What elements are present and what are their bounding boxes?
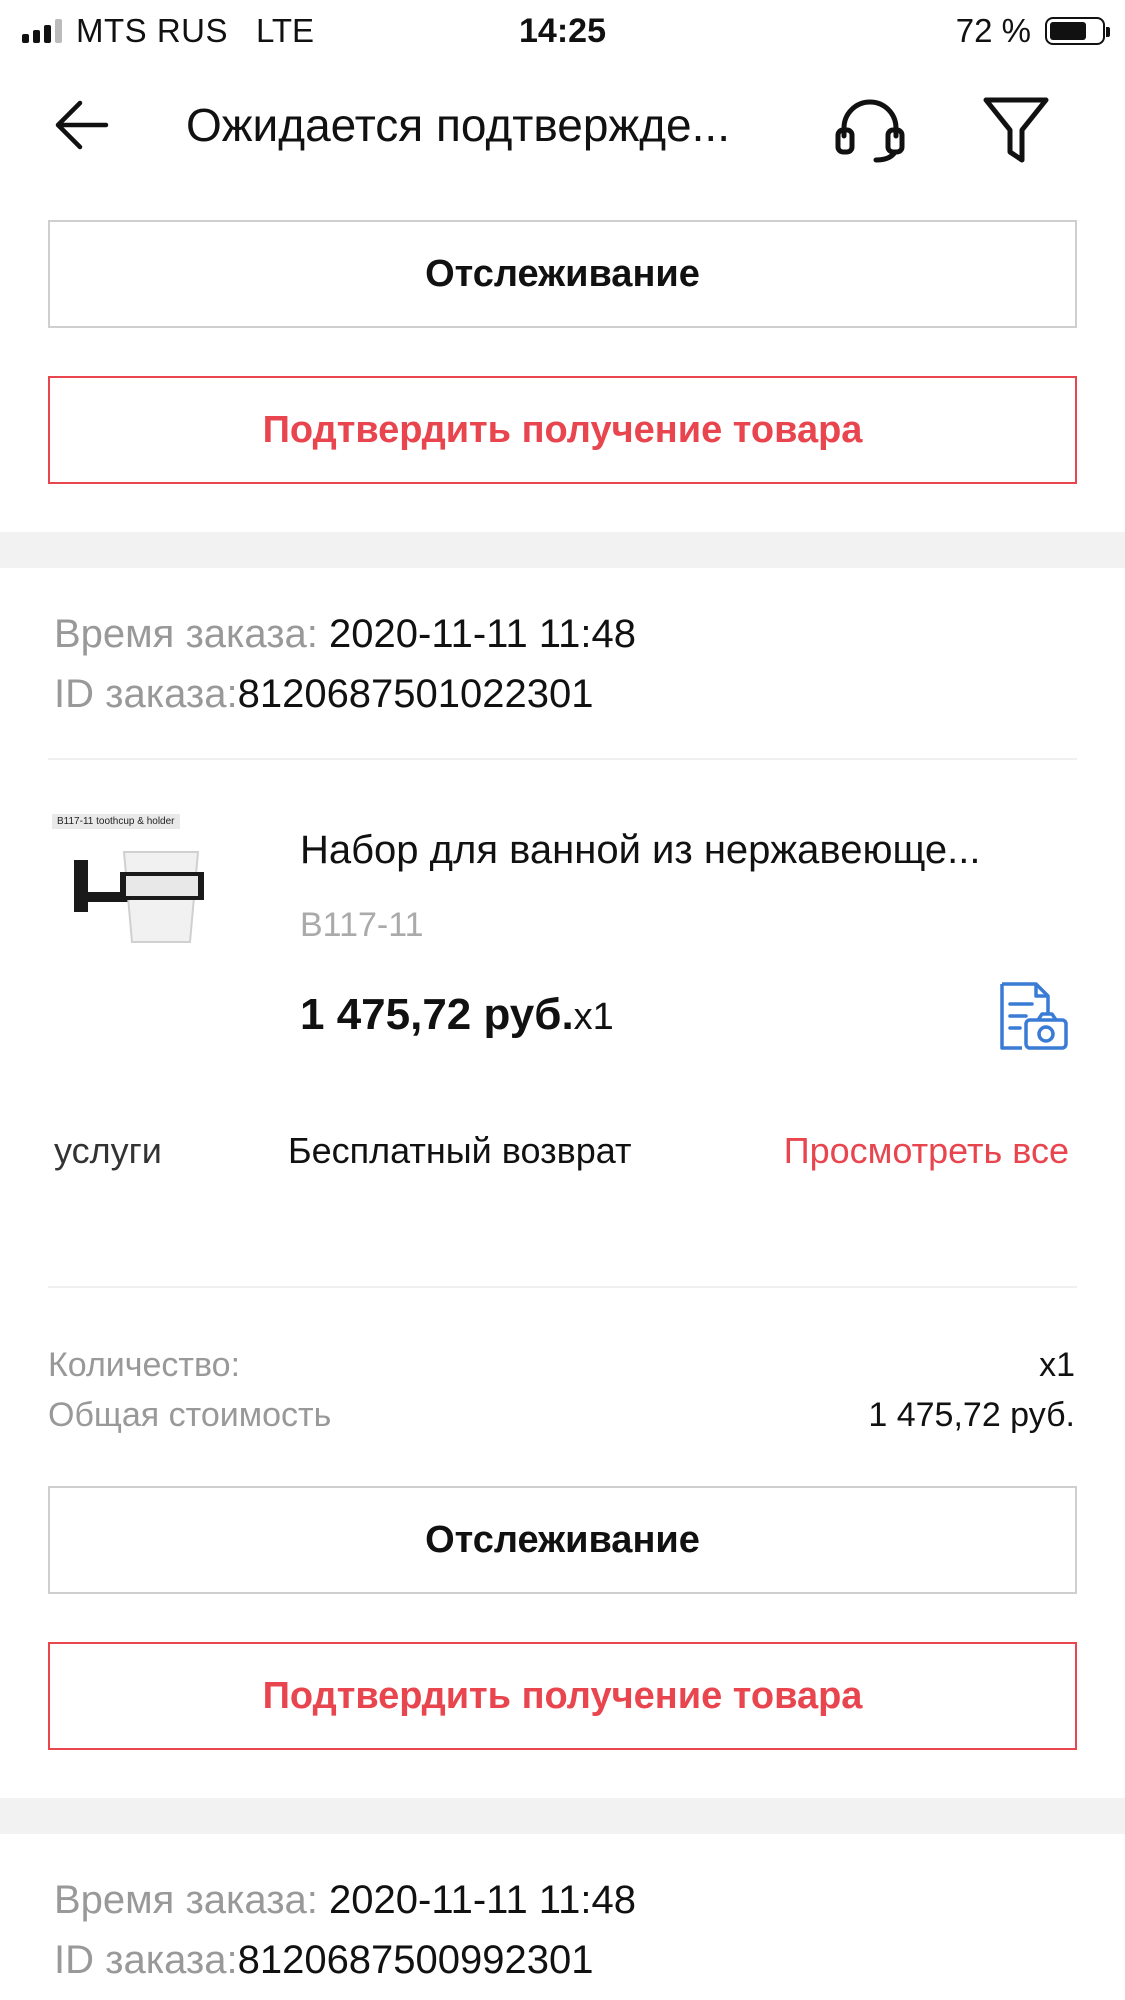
services-label: услуги	[54, 1130, 162, 1171]
confirm-receipt-button[interactable]: Подтвердить получение товара	[48, 1642, 1077, 1750]
status-bar: MTS RUS LTE 14:25 72 %	[0, 0, 1125, 62]
confirm-receipt-button[interactable]: Подтвердить получение товара	[48, 376, 1077, 484]
order-time-label: Время заказа:	[54, 612, 318, 656]
track-button[interactable]: Отслеживание	[48, 1486, 1077, 1594]
thumbnail-caption: B117-11 toothcup & holder	[52, 814, 180, 829]
order-time-label: Время заказа:	[54, 1878, 318, 1922]
total-value: 1 475,72 руб.	[868, 1396, 1075, 1434]
support-button[interactable]	[830, 90, 910, 170]
order-id-value: 8120687500992301	[237, 1938, 594, 1982]
section-separator	[0, 532, 1125, 568]
product-thumbnail[interactable]: B117-11 toothcup & holder	[48, 810, 248, 990]
section-separator	[0, 1798, 1125, 1834]
price-value: 1 475,72 руб.	[300, 990, 574, 1039]
track-button[interactable]: Отслеживание	[48, 220, 1077, 328]
quantity-value: x1	[1039, 1346, 1075, 1384]
total-label: Общая стоимость	[48, 1396, 332, 1434]
document-camera-icon	[1000, 982, 1068, 1050]
photo-review-button[interactable]	[996, 980, 1070, 1052]
divider	[48, 758, 1077, 760]
filter-button[interactable]	[980, 92, 1052, 168]
order-time-value: 2020-11-11 11:48	[317, 1878, 636, 1922]
app-header: Ожидается подтвержде...	[0, 70, 1125, 190]
back-button[interactable]	[50, 90, 120, 160]
price-qty: x1	[573, 996, 614, 1038]
product-price: 1 475,72 руб.x1	[300, 990, 614, 1040]
order-id-label: ID заказа:	[54, 672, 238, 716]
order-time: Время заказа: 2020-11-11 11:48	[54, 612, 636, 657]
order-id-label: ID заказа:	[54, 1938, 238, 1982]
order-id: ID заказа:8120687500992301	[54, 1938, 594, 1983]
headset-icon	[835, 99, 905, 163]
back-arrow-icon	[55, 100, 109, 150]
battery-icon	[1045, 17, 1110, 45]
order-time-value: 2020-11-11 11:48	[317, 612, 636, 656]
divider	[48, 1286, 1077, 1288]
view-all-link[interactable]: Просмотреть все	[784, 1130, 1069, 1172]
order-id-value: 8120687501022301	[237, 672, 594, 716]
page-title: Ожидается подтвержде...	[186, 99, 730, 151]
product-name[interactable]: Набор для ванной из нержавеюще...	[300, 828, 981, 873]
quantity-label: Количество:	[48, 1346, 241, 1384]
status-right: 72 %	[955, 12, 1110, 50]
toothcup-holder-image	[74, 851, 204, 943]
order-id: ID заказа:8120687501022301	[54, 672, 594, 717]
battery-percent: 72 %	[955, 12, 1031, 49]
product-sku: B117-11	[300, 906, 424, 944]
filter-icon	[983, 97, 1049, 163]
order-time: Время заказа: 2020-11-11 11:48	[54, 1878, 636, 1923]
free-return-service: Бесплатный возврат	[288, 1130, 632, 1171]
